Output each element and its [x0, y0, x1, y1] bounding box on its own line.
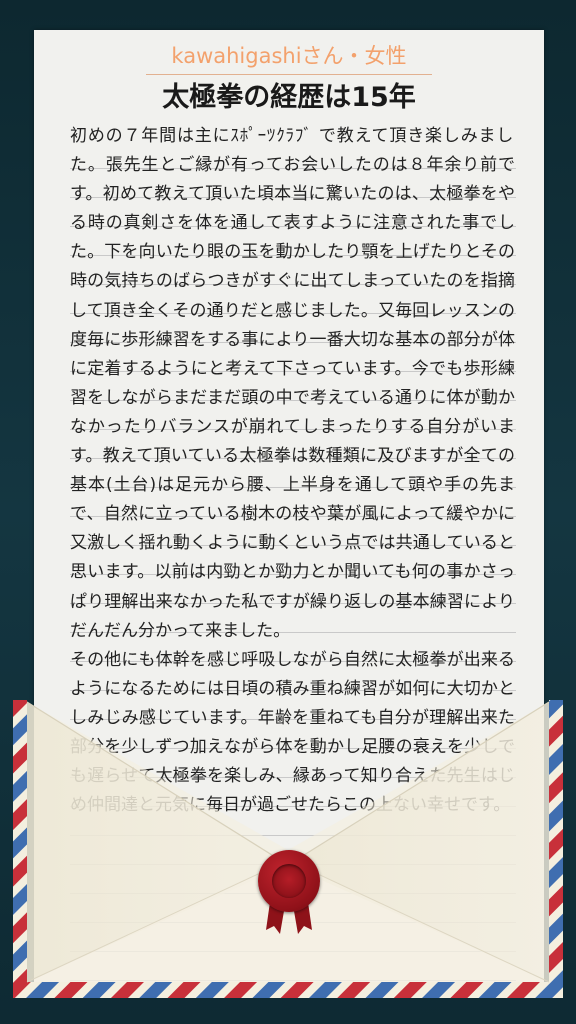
letter-title: 太極拳の経歴は15年 — [162, 82, 416, 113]
letter-screen: kawahigashiさん・女性 太極拳の経歴は15年 初めの７年間は主にｽﾎﾟ… — [0, 0, 576, 1024]
wax-seal-icon — [258, 850, 320, 912]
seal-center — [272, 864, 306, 898]
body-paragraph-1: 初めの７年間は主にｽﾎﾟｰﾂｸﾗﾌﾞ で教えて頂き楽しみました。張先生とご縁が有… — [70, 126, 515, 641]
letter-paper: kawahigashiさん・女性 太極拳の経歴は15年 初めの７年間は主にｽﾎﾟ… — [34, 30, 544, 990]
author-name: kawahigashiさん・女性 — [171, 44, 407, 68]
body-paragraph-2: その他にも体幹を感じ呼吸しながら自然に太極拳が出来るようになるためには日頃の積み… — [70, 649, 515, 816]
letter-body: 初めの７年間は主にｽﾎﾟｰﾂｸﾗﾌﾞ で教えて頂き楽しみました。張先生とご縁が有… — [70, 122, 515, 820]
